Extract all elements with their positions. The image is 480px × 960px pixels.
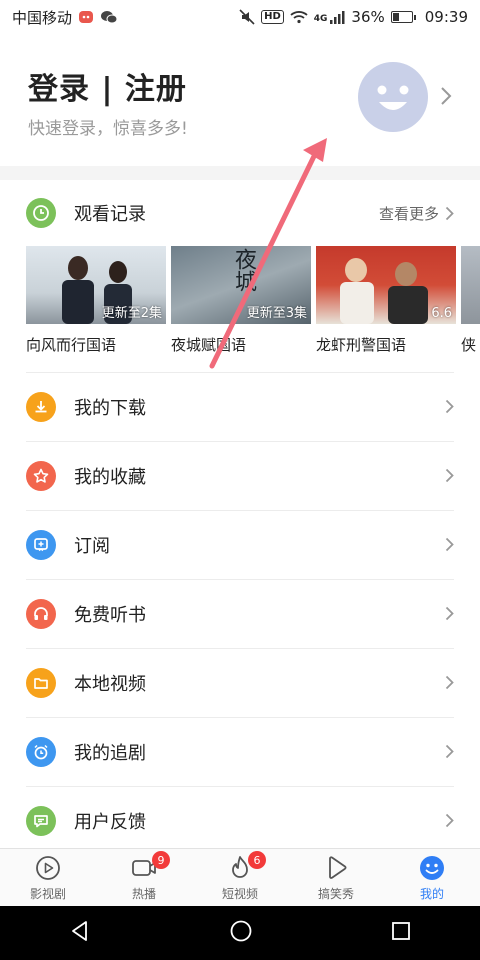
- menu-item-local-video[interactable]: 本地视频: [0, 648, 480, 717]
- clock-icon: [26, 198, 56, 228]
- menu-item-label: 免费听书: [74, 604, 146, 626]
- notification-badge: 6: [248, 851, 266, 869]
- headphones-icon: [26, 598, 56, 629]
- signal-icon: [329, 10, 345, 24]
- subscribe-icon: [26, 529, 56, 560]
- chevron-right-icon: [445, 399, 454, 414]
- chevron-right-icon: [445, 675, 454, 690]
- feedback-icon: [26, 805, 56, 836]
- app-notification-icon: [78, 10, 94, 24]
- back-icon[interactable]: [68, 919, 92, 947]
- chevron-right-icon: [445, 206, 454, 220]
- poster-calligraphy: 夜城: [231, 248, 256, 292]
- chevron-right-icon: [445, 606, 454, 621]
- tab-label: 热播: [131, 886, 156, 901]
- menu-item-label: 用户反馈: [74, 811, 146, 833]
- play-triangle-icon: [329, 855, 347, 879]
- tab-dramas[interactable]: 影视剧: [0, 849, 96, 906]
- history-item[interactable]: 更新至2集 向风而行国语: [26, 246, 166, 366]
- history-thumbnails: 更新至2集 向风而行国语 夜城 更新至3集 夜城赋国语 6.6 龙虾刑警国语 侠: [26, 246, 480, 366]
- notification-badge: 9: [152, 851, 170, 869]
- chevron-right-icon: [445, 813, 454, 828]
- battery-icon: [390, 11, 416, 23]
- avatar[interactable]: [358, 62, 428, 132]
- tab-label: 搞笑秀: [317, 886, 354, 901]
- tab-mine[interactable]: 我的: [384, 849, 480, 906]
- view-more-link[interactable]: 查看更多: [379, 203, 454, 224]
- alarm-icon: [26, 736, 56, 767]
- bottom-tab-bar: 影视剧 9 热播 6 短视频 搞笑秀 我的: [0, 848, 480, 906]
- smiley-icon: [420, 855, 444, 880]
- tab-short-video[interactable]: 6 短视频: [192, 849, 288, 906]
- watch-history-row[interactable]: 观看记录 查看更多: [0, 180, 480, 246]
- main-panel: 观看记录 查看更多 更新至2集 向风而行国语 夜城 更新至3集 夜城赋国语 6.…: [0, 180, 480, 848]
- menu-list: 我的下载 我的收藏 订阅 免费听书 本地视频 我的追剧 用户反馈: [0, 372, 480, 848]
- status-bar: 中国移动 HD 4G 36% 09:39: [0, 0, 480, 34]
- history-item-title: 向风而行国语: [26, 336, 117, 354]
- chevron-right-icon: [445, 744, 454, 759]
- smiley-avatar-icon: [377, 85, 409, 110]
- login-subtitle: 快速登录，惊喜多多!: [28, 119, 188, 139]
- poster-image: [461, 246, 480, 324]
- menu-item-tracking[interactable]: 我的追剧: [0, 717, 480, 786]
- episode-badge: 更新至3集: [246, 306, 307, 321]
- menu-item-audiobook[interactable]: 免费听书: [0, 579, 480, 648]
- history-item[interactable]: 夜城 更新至3集 夜城赋国语: [171, 246, 311, 366]
- battery-percent: 36%: [351, 8, 385, 26]
- login-register-title[interactable]: 登录 | 注册: [28, 64, 187, 108]
- history-item[interactable]: 侠: [461, 246, 480, 366]
- poster-image: 更新至2集: [26, 246, 166, 324]
- wifi-icon: [290, 10, 308, 24]
- carrier-label: 中国移动: [12, 8, 73, 27]
- tab-label: 短视频: [221, 886, 258, 901]
- menu-item-favorites[interactable]: 我的收藏: [0, 441, 480, 510]
- download-icon: [26, 391, 56, 422]
- menu-item-label: 本地视频: [74, 673, 146, 695]
- menu-item-label: 我的收藏: [74, 466, 146, 488]
- watch-history-label: 观看记录: [74, 204, 146, 225]
- view-more-label: 查看更多: [378, 204, 439, 223]
- chevron-right-icon: [445, 468, 454, 483]
- score-badge: 6.6: [431, 306, 452, 321]
- tab-funny[interactable]: 搞笑秀: [288, 849, 384, 906]
- chevron-right-icon: [445, 537, 454, 552]
- chevron-right-icon[interactable]: [440, 86, 452, 110]
- history-item-title: 龙虾刑警国语: [316, 336, 407, 354]
- tab-trending[interactable]: 9 热播: [96, 849, 192, 906]
- menu-item-label: 我的追剧: [74, 742, 146, 764]
- network-type: 4G: [313, 14, 328, 24]
- menu-item-feedback[interactable]: 用户反馈: [0, 786, 480, 848]
- clock: 09:39: [424, 8, 468, 26]
- mute-icon: [239, 9, 255, 25]
- tab-label: 我的: [419, 886, 444, 901]
- menu-item-label: 我的下载: [74, 397, 146, 419]
- system-nav-bar: [0, 906, 480, 960]
- menu-item-download[interactable]: 我的下载: [0, 372, 480, 441]
- history-item-title: 侠: [461, 336, 477, 354]
- hd-badge: HD: [261, 10, 284, 24]
- play-circle-icon: [36, 855, 60, 880]
- menu-item-subscribe[interactable]: 订阅: [0, 510, 480, 579]
- star-icon: [26, 460, 56, 491]
- poster-image: 6.6: [316, 246, 456, 324]
- recents-icon[interactable]: [390, 920, 412, 946]
- folder-icon: [26, 667, 56, 698]
- tab-label: 影视剧: [29, 886, 66, 901]
- history-item[interactable]: 6.6 龙虾刑警国语: [316, 246, 456, 366]
- menu-item-label: 订阅: [74, 535, 110, 557]
- history-item-title: 夜城赋国语: [171, 336, 247, 354]
- poster-image: 夜城 更新至3集: [171, 246, 311, 324]
- episode-badge: 更新至2集: [101, 306, 162, 321]
- home-icon[interactable]: [229, 919, 253, 947]
- wechat-icon: [100, 10, 118, 24]
- login-header[interactable]: 登录 | 注册 快速登录，惊喜多多!: [0, 34, 480, 166]
